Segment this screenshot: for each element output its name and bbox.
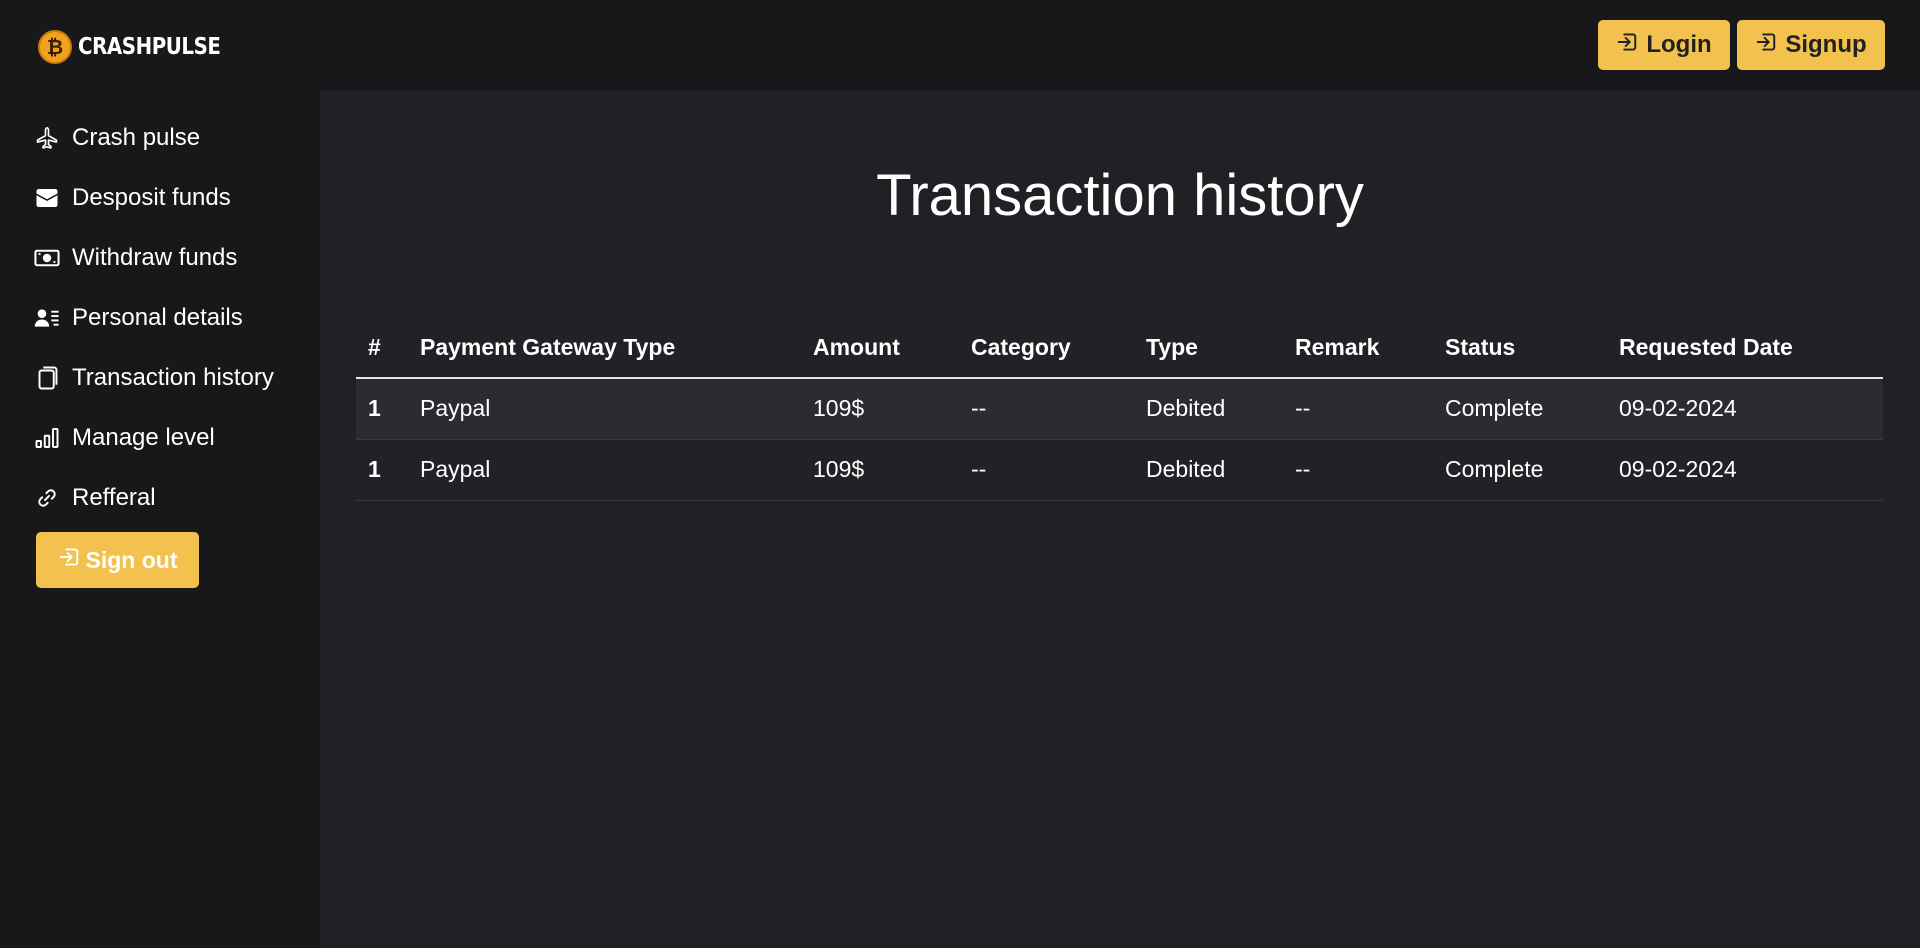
sidebar: ₿ CRASHPULSE Crash pulse Desposit funds … xyxy=(0,0,320,948)
table-body: 1 Paypal 109$ -- Debited -- Complete 09-… xyxy=(356,378,1883,501)
sidebar-item-label: Desposit funds xyxy=(72,184,231,211)
sidebar-item-transaction-history[interactable]: Transaction history xyxy=(34,348,274,408)
column-header-status: Status xyxy=(1445,334,1516,360)
cell-remark: -- xyxy=(1283,439,1433,501)
sidebar-item-label: Crash pulse xyxy=(72,124,201,151)
cell-type: Debited xyxy=(1134,378,1283,440)
cash-icon xyxy=(34,245,60,271)
column-header-type: Type xyxy=(1146,334,1198,360)
top-bar: Login Signup xyxy=(320,0,1920,90)
sidebar-nav: Crash pulse Desposit funds Withdraw fund… xyxy=(34,108,274,528)
copy-icon xyxy=(34,365,60,391)
table-row: 1 Paypal 109$ -- Debited -- Complete 09-… xyxy=(356,378,1883,440)
signup-button[interactable]: Signup xyxy=(1737,20,1885,70)
sidebar-item-refferal[interactable]: Refferal xyxy=(34,468,274,528)
column-header-requested-date: Requested Date xyxy=(1619,334,1793,360)
cell-requested-date: 09-02-2024 xyxy=(1607,378,1883,440)
column-header-index: # xyxy=(368,334,381,360)
column-header-remark: Remark xyxy=(1295,334,1380,360)
cell-remark: -- xyxy=(1283,378,1433,440)
cell-index: 1 xyxy=(356,439,408,501)
page-title: Transaction history xyxy=(876,163,1364,228)
transaction-table: # Payment Gateway Type Amount Category T… xyxy=(356,318,1883,501)
login-label: Login xyxy=(1646,31,1712,58)
sidebar-item-deposit-funds[interactable]: Desposit funds xyxy=(34,168,274,228)
table-header: # Payment Gateway Type Amount Category T… xyxy=(356,318,1883,378)
sidebar-item-crash-pulse[interactable]: Crash pulse xyxy=(34,108,274,168)
login-button[interactable]: Login xyxy=(1598,20,1730,70)
bitcoin-icon: ₿ xyxy=(38,30,72,64)
sidebar-item-label: Withdraw funds xyxy=(72,244,238,271)
sidebar-item-label: Manage level xyxy=(72,424,215,451)
signup-label: Signup xyxy=(1785,31,1867,58)
cell-amount: 109$ xyxy=(801,439,959,501)
sidebar-item-personal-details[interactable]: Personal details xyxy=(34,288,274,348)
cell-status: Complete xyxy=(1433,439,1607,501)
sidebar-item-label: Personal details xyxy=(72,304,243,331)
sign-out-button[interactable]: Sign out xyxy=(36,532,199,588)
person-lines-icon xyxy=(34,305,60,331)
cell-index: 1 xyxy=(356,378,408,440)
sidebar-item-label: Refferal xyxy=(72,484,156,511)
cell-gateway: Paypal xyxy=(408,439,801,501)
table-header-row: # Payment Gateway Type Amount Category T… xyxy=(356,318,1883,378)
wallet-icon xyxy=(34,185,60,211)
sign-in-icon xyxy=(1616,31,1638,60)
sign-out-icon xyxy=(58,546,80,574)
sign-in-icon xyxy=(1755,31,1777,60)
airplane-icon xyxy=(34,125,60,151)
cell-category: -- xyxy=(959,439,1134,501)
bar-chart-icon xyxy=(34,425,60,451)
brand-name: CRASHPULSE xyxy=(78,34,221,60)
cell-type: Debited xyxy=(1134,439,1283,501)
app-root: ₿ CRASHPULSE Crash pulse Desposit funds … xyxy=(0,0,1920,948)
table-row: 1 Paypal 109$ -- Debited -- Complete 09-… xyxy=(356,439,1883,501)
cell-status: Complete xyxy=(1433,378,1607,440)
cell-requested-date: 09-02-2024 xyxy=(1607,439,1883,501)
sidebar-item-label: Transaction history xyxy=(72,364,274,391)
cell-category: -- xyxy=(959,378,1134,440)
sidebar-item-withdraw-funds[interactable]: Withdraw funds xyxy=(34,228,274,288)
sidebar-item-manage-level[interactable]: Manage level xyxy=(34,408,274,468)
column-header-gateway: Payment Gateway Type xyxy=(420,334,676,360)
transaction-table-container: # Payment Gateway Type Amount Category T… xyxy=(356,318,1883,501)
brand-logo[interactable]: ₿ CRASHPULSE xyxy=(38,30,244,64)
link-icon xyxy=(34,485,60,511)
column-header-category: Category xyxy=(971,334,1071,360)
main-content: Transaction history # Payment Gateway Ty… xyxy=(320,90,1920,948)
sign-out-label: Sign out xyxy=(85,546,178,573)
column-header-amount: Amount xyxy=(813,334,900,360)
cell-gateway: Paypal xyxy=(408,378,801,440)
cell-amount: 109$ xyxy=(801,378,959,440)
